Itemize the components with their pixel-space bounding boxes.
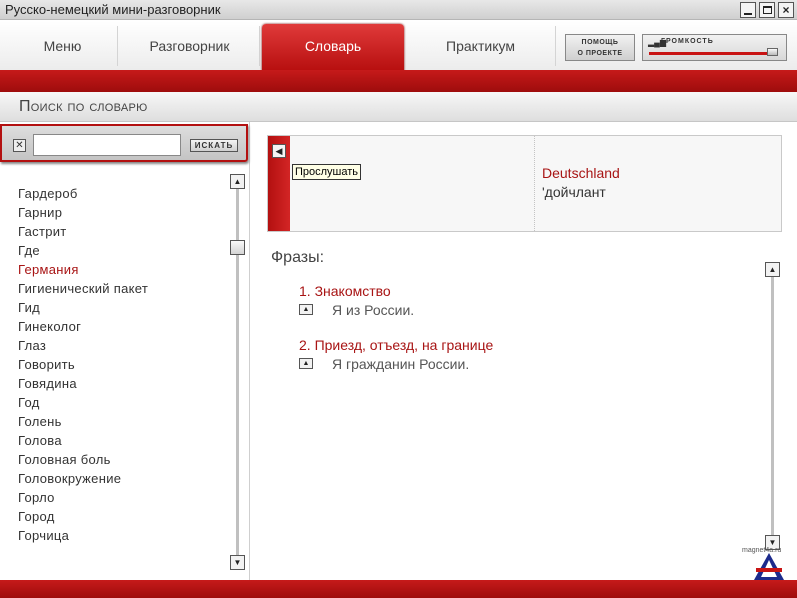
- entry-divider: [534, 136, 535, 231]
- word-list-item[interactable]: Голень: [18, 412, 228, 431]
- chevron-down-icon: ▼: [233, 558, 242, 567]
- word-list-item[interactable]: Головная боль: [18, 450, 228, 469]
- phrase-text: Я из России.: [332, 302, 415, 318]
- window-title: Русско-немецкий мини-разговорник: [5, 2, 221, 17]
- volume-label: ГРОМКОСТЬ: [661, 38, 714, 45]
- clear-icon: ✕: [15, 140, 24, 151]
- word-list-item[interactable]: Где: [18, 241, 228, 260]
- listen-tooltip: Прослушать: [292, 164, 362, 180]
- chevron-up-icon: ▲: [233, 177, 242, 186]
- scrollbar-thumb[interactable]: [230, 240, 245, 255]
- volume-slider-track[interactable]: [649, 52, 777, 55]
- word-list-item[interactable]: Гарнир: [18, 203, 228, 222]
- maximize-button[interactable]: [759, 2, 775, 18]
- entry-german-word: Deutschland: [542, 165, 620, 181]
- scroll-up-button[interactable]: ▲: [765, 262, 780, 277]
- top-navigation: Меню Разговорник Словарь Практикум ПОМОЩ…: [0, 21, 797, 74]
- word-list-scrollbar[interactable]: ▲ ▼: [230, 174, 245, 570]
- word-list-item[interactable]: Голова: [18, 431, 228, 450]
- section-header: Поиск по словарю: [0, 92, 797, 122]
- entry-transliteration: 'дойчлант: [542, 184, 606, 200]
- entry-card-strip: ◀: [268, 136, 290, 231]
- minimize-icon: [744, 13, 752, 15]
- phrase-text: Я гражданин России.: [332, 356, 470, 372]
- tab-practice[interactable]: Практикум: [406, 26, 556, 66]
- speaker-icon: ▲: [302, 306, 310, 313]
- about-label: О ПРОЕКТЕ: [577, 50, 623, 57]
- phrase-group-1: 1. Знакомство ▲ Я из России.: [299, 282, 739, 320]
- word-list-item[interactable]: Горчица: [18, 526, 228, 545]
- dictionary-entry-card: ◀ я Прослушать Deutschland 'дойчлант: [267, 135, 782, 232]
- volume-slider-handle[interactable]: [767, 48, 779, 56]
- scroll-up-button[interactable]: ▲: [230, 174, 245, 189]
- scroll-down-button[interactable]: ▼: [230, 555, 245, 570]
- window-titlebar: Русско-немецкий мини-разговорник ×: [0, 0, 797, 20]
- close-button[interactable]: ×: [778, 2, 794, 18]
- speaker-icon: ◀: [275, 146, 283, 156]
- phrase-category-link[interactable]: 2. Приезд, отъезд, на границе: [299, 336, 739, 355]
- phrase-category-link[interactable]: 1. Знакомство: [299, 282, 739, 301]
- tab-menu[interactable]: Меню: [8, 26, 118, 66]
- help-about-button[interactable]: ПОМОЩЬ О ПРОЕКТЕ: [565, 34, 635, 61]
- scrollbar-track[interactable]: [771, 277, 774, 535]
- help-label: ПОМОЩЬ: [581, 39, 619, 46]
- phrases-heading: Фразы:: [271, 249, 325, 266]
- word-list-item[interactable]: Говорить: [18, 355, 228, 374]
- minimize-button[interactable]: [740, 2, 756, 18]
- tab-dictionary[interactable]: Словарь: [262, 24, 404, 74]
- word-list-item[interactable]: Гинеколог: [18, 317, 228, 336]
- word-list-item[interactable]: Германия: [18, 260, 228, 279]
- close-icon: ×: [782, 3, 790, 17]
- phrase-play-button[interactable]: ▲: [299, 304, 313, 315]
- word-list: Гардероб Гарнир Гастрит Где Германия Гигиенич…: [18, 184, 228, 545]
- word-list-item[interactable]: Город: [18, 507, 228, 526]
- chevron-up-icon: ▲: [768, 265, 777, 274]
- search-box: ✕ ИСКАТЬ: [0, 124, 248, 162]
- search-button[interactable]: ИСКАТЬ: [190, 139, 238, 152]
- word-list-panel: ✕ ИСКАТЬ Гардероб Гарнир Гастрит Где Германи…: [0, 122, 250, 580]
- tab-phrasebook[interactable]: Разговорник: [120, 26, 260, 66]
- word-list-item[interactable]: Головокружение: [18, 469, 228, 488]
- word-list-item[interactable]: Гигиенический пакет: [18, 279, 228, 298]
- word-list-item[interactable]: Год: [18, 393, 228, 412]
- clear-search-button[interactable]: ✕: [13, 139, 26, 152]
- phrase-row: ▲ Я из России.: [299, 301, 739, 320]
- logo-icon: [754, 553, 784, 580]
- word-list-item[interactable]: Гардероб: [18, 184, 228, 203]
- speaker-icon: ▲: [302, 360, 310, 367]
- phrases-scrollbar[interactable]: ▲ ▼: [765, 262, 780, 550]
- word-list-item[interactable]: Гид: [18, 298, 228, 317]
- word-list-item[interactable]: Говядина: [18, 374, 228, 393]
- maximize-icon: [763, 6, 772, 14]
- search-input[interactable]: [33, 134, 181, 156]
- word-list-item[interactable]: Горло: [18, 488, 228, 507]
- listen-button[interactable]: ◀: [272, 144, 286, 158]
- phrase-play-button[interactable]: ▲: [299, 358, 313, 369]
- word-list-item[interactable]: Глаз: [18, 336, 228, 355]
- page-title: Поиск по словарю: [19, 98, 148, 115]
- watermark-logo: magnet4a.ru: [742, 545, 795, 580]
- footer-red-band: [0, 580, 797, 598]
- phrase-group-2: 2. Приезд, отъезд, на границе ▲ Я гражда…: [299, 336, 739, 374]
- header-red-band: [0, 70, 797, 92]
- phrase-row: ▲ Я гражданин России.: [299, 355, 739, 374]
- word-list-item[interactable]: Гастрит: [18, 222, 228, 241]
- volume-control: ▂▄▆ ГРОМКОСТЬ: [642, 34, 787, 61]
